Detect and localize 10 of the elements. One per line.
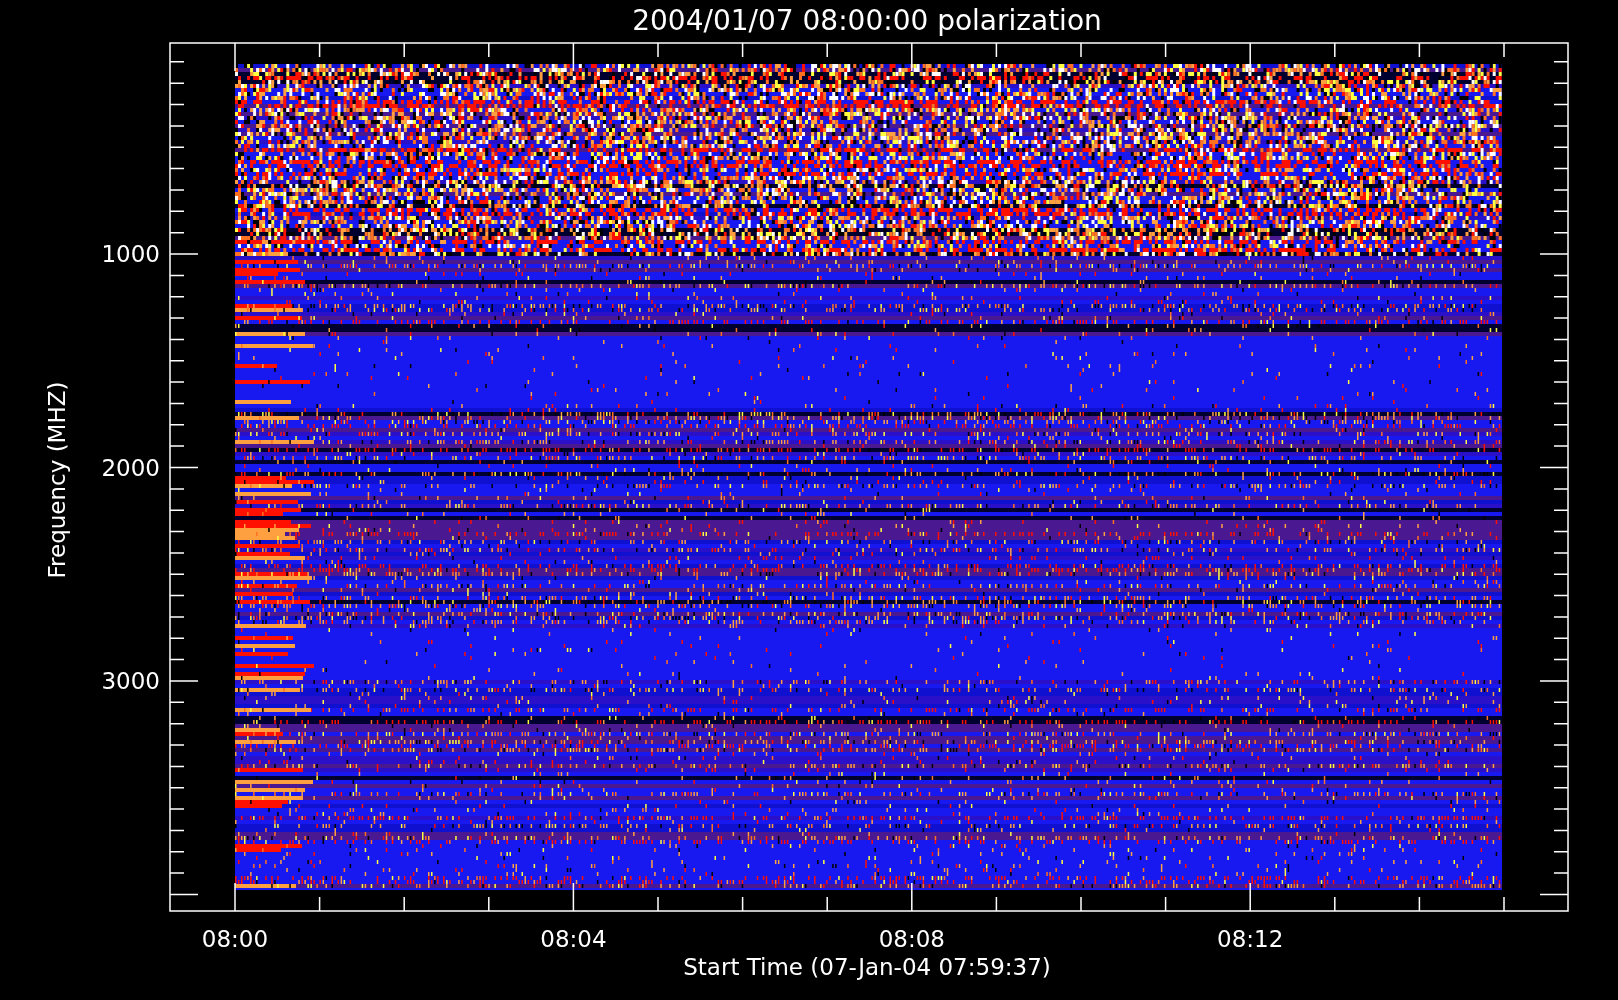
x-tick-label: 08:12 bbox=[1217, 926, 1284, 952]
x-axis-label: Start Time (07-Jan-04 07:59:37) bbox=[683, 954, 1051, 980]
chart-title: 2004/01/07 08:00:00 polarization bbox=[632, 4, 1102, 37]
x-tick-label: 08:08 bbox=[878, 926, 945, 952]
y-tick-label: 1000 bbox=[101, 241, 160, 267]
x-tick-label: 08:04 bbox=[540, 926, 607, 952]
y-axis-label: Frequency (MHZ) bbox=[44, 381, 70, 579]
y-tick-label: 3000 bbox=[101, 668, 160, 694]
y-tick-label: 2000 bbox=[101, 454, 160, 481]
x-tick-label: 08:00 bbox=[201, 926, 269, 952]
